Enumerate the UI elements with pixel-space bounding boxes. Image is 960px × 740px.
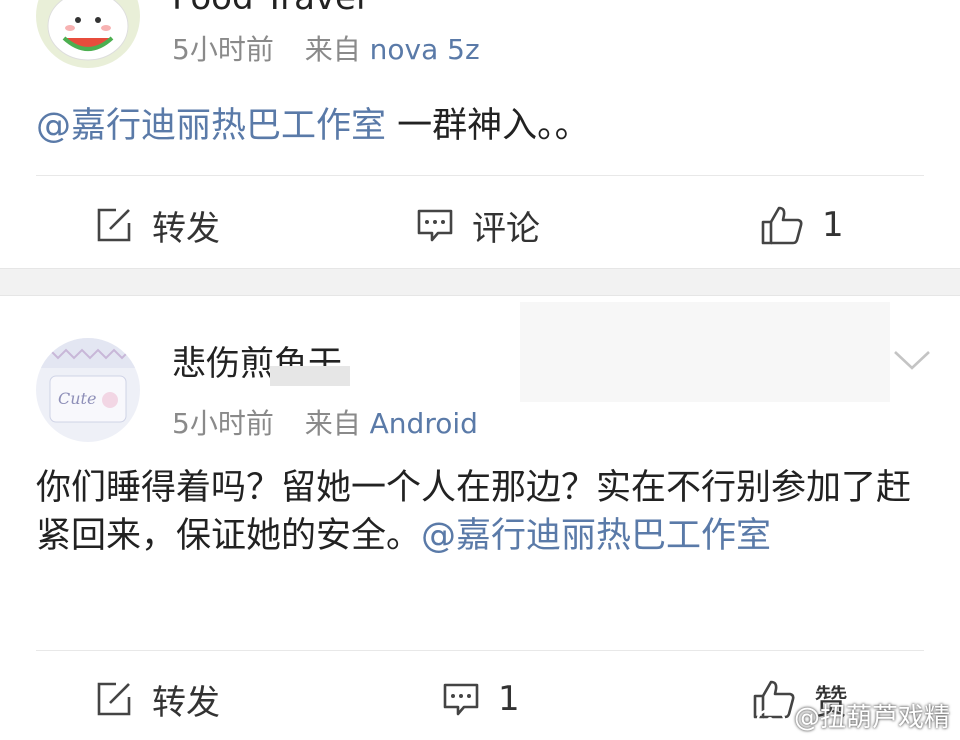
more-options-button[interactable] (892, 348, 932, 376)
source-device[interactable]: nova 5z (370, 33, 480, 66)
repost-label: 转发 (152, 208, 220, 249)
source-device[interactable]: Android (370, 407, 478, 440)
like-button[interactable]: 1 (760, 195, 844, 255)
watermark: @扭葫芦戏精 (756, 697, 950, 734)
redaction-block (270, 366, 350, 386)
watermark-text: @扭葫芦戏精 (793, 703, 950, 733)
divider (36, 650, 924, 651)
mention-link[interactable]: @嘉行迪丽热巴工作室 (421, 516, 771, 556)
feed-separator (0, 268, 960, 296)
post-meta: 5小时前 来自 nova 5z (172, 28, 480, 68)
avatar-image: Cute (36, 338, 140, 442)
post-meta: 5小时前 来自 Android (172, 402, 478, 442)
comment-bubble-icon (417, 209, 453, 242)
thumbs-up-icon (761, 206, 803, 245)
source-label: 来自 (304, 33, 361, 66)
comment-bubble-icon (443, 683, 479, 716)
post-content: @嘉行迪丽热巴工作室 一群神入。。 (36, 102, 924, 150)
edit-square-icon (97, 208, 131, 242)
weibo-logo-icon (756, 704, 788, 729)
comment-count: 1 (498, 679, 520, 719)
comment-button[interactable]: 评论 (416, 195, 540, 255)
comment-button[interactable]: 1 (442, 669, 520, 729)
user-avatar[interactable]: Cute (36, 338, 140, 442)
post-text: 一群神入。。 (386, 106, 590, 146)
source-label: 来自 (304, 407, 361, 440)
post-time: 5小时前 (172, 33, 274, 66)
repost-label: 转发 (152, 682, 220, 723)
redaction-block (520, 302, 890, 402)
repost-button[interactable]: 转发 (96, 195, 220, 255)
post-time: 5小时前 (172, 407, 274, 440)
mention-link[interactable]: @嘉行迪丽热巴工作室 (36, 106, 386, 146)
avatar-image (36, 0, 140, 68)
post-content: 你们睡得着吗？留她一个人在那边？实在不行别参加了赶紧回来，保证她的安全。@嘉行迪… (36, 464, 924, 560)
user-avatar[interactable] (36, 0, 140, 68)
post-card: Food Travel 5小时前 来自 nova 5z @嘉行迪丽热巴工作室 一… (0, 0, 960, 268)
svg-text:Cute: Cute (58, 389, 96, 408)
edit-square-icon (97, 682, 131, 716)
like-count: 1 (822, 205, 844, 245)
username[interactable]: Food Travel (172, 0, 365, 18)
divider (36, 175, 924, 176)
action-bar: 转发 评论 1 (0, 195, 960, 255)
chevron-down-icon (894, 351, 930, 370)
comment-label: 评论 (472, 208, 540, 249)
post-card: Cute 悲伤煎鱼干 5小时前 来自 Android 你们睡得着吗？留她一个人在… (0, 296, 960, 740)
repost-button[interactable]: 转发 (96, 669, 220, 729)
